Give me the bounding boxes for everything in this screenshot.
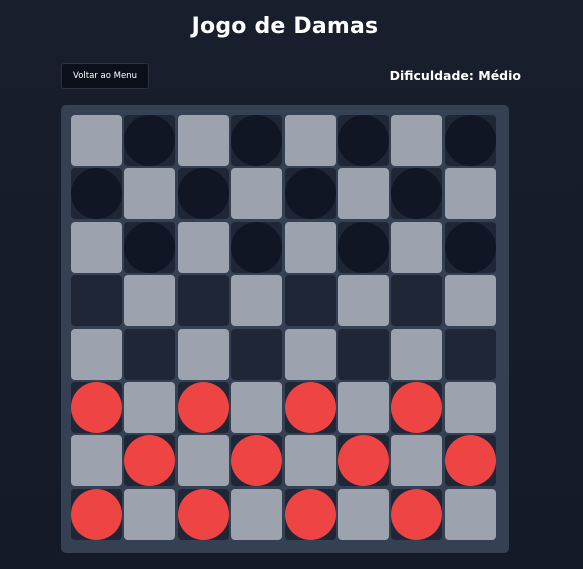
board-square-r2-c5[interactable] [284, 168, 336, 220]
board-square-r7-c5[interactable] [284, 435, 336, 487]
board-square-r1-c7[interactable] [391, 115, 443, 166]
board-square-r1-c8[interactable] [444, 115, 496, 166]
black-piece[interactable] [444, 221, 496, 273]
red-piece[interactable] [71, 488, 122, 540]
board-square-r6-c2[interactable] [124, 381, 176, 433]
red-piece[interactable] [391, 381, 443, 433]
board-square-r8-c8[interactable] [444, 488, 496, 540]
black-piece[interactable] [124, 115, 176, 166]
difficulty-label: Dificuldade: Médio [389, 68, 521, 83]
black-piece[interactable] [444, 115, 496, 166]
back-to-menu-button[interactable]: Voltar ao Menu [61, 63, 149, 89]
board-square-r6-c4[interactable] [231, 381, 283, 433]
board-square-r5-c2[interactable] [124, 328, 176, 380]
board-square-r7-c2[interactable] [124, 435, 176, 487]
board-square-r5-c5[interactable] [284, 328, 336, 380]
board-square-r2-c6[interactable] [337, 168, 389, 220]
board-square-r1-c2[interactable] [124, 115, 176, 166]
board-square-r2-c2[interactable] [124, 168, 176, 220]
board-square-r6-c6[interactable] [337, 381, 389, 433]
board-square-r7-c8[interactable] [444, 435, 496, 487]
red-piece[interactable] [124, 435, 176, 487]
board-square-r6-c7[interactable] [391, 381, 443, 433]
black-piece[interactable] [71, 168, 122, 220]
board-square-r3-c5[interactable] [284, 221, 336, 273]
board-square-r5-c1[interactable] [71, 328, 122, 380]
board-square-r2-c4[interactable] [231, 168, 283, 220]
black-piece[interactable] [391, 168, 443, 220]
black-piece[interactable] [124, 221, 176, 273]
black-piece[interactable] [284, 168, 336, 220]
board-square-r7-c7[interactable] [391, 435, 443, 487]
red-piece[interactable] [177, 381, 229, 433]
board-square-r2-c3[interactable] [177, 168, 229, 220]
red-piece[interactable] [177, 488, 229, 540]
board-square-r8-c4[interactable] [231, 488, 283, 540]
board-square-r4-c8[interactable] [444, 275, 496, 327]
checkers-board [61, 105, 509, 553]
board-square-r8-c3[interactable] [177, 488, 229, 540]
black-piece[interactable] [177, 168, 229, 220]
red-piece[interactable] [284, 381, 336, 433]
board-square-r5-c6[interactable] [337, 328, 389, 380]
board-square-r7-c6[interactable] [337, 435, 389, 487]
board-square-r2-c1[interactable] [71, 168, 122, 220]
board-square-r8-c1[interactable] [71, 488, 122, 540]
board-square-r1-c5[interactable] [284, 115, 336, 166]
board-square-r4-c7[interactable] [391, 275, 443, 327]
board-square-r8-c6[interactable] [337, 488, 389, 540]
board-square-r6-c8[interactable] [444, 381, 496, 433]
board-square-r1-c3[interactable] [177, 115, 229, 166]
board-square-r4-c6[interactable] [337, 275, 389, 327]
red-piece[interactable] [391, 488, 443, 540]
red-piece[interactable] [337, 435, 389, 487]
board-square-r8-c7[interactable] [391, 488, 443, 540]
board-square-r4-c5[interactable] [284, 275, 336, 327]
board-square-r4-c4[interactable] [231, 275, 283, 327]
board-square-r5-c4[interactable] [231, 328, 283, 380]
board-square-r4-c3[interactable] [177, 275, 229, 327]
board-square-r8-c2[interactable] [124, 488, 176, 540]
red-piece[interactable] [71, 381, 122, 433]
board-square-r7-c3[interactable] [177, 435, 229, 487]
board-square-r3-c2[interactable] [124, 221, 176, 273]
board-square-r3-c8[interactable] [444, 221, 496, 273]
red-piece[interactable] [231, 435, 283, 487]
red-piece[interactable] [284, 488, 336, 540]
black-piece[interactable] [231, 221, 283, 273]
board-square-r2-c7[interactable] [391, 168, 443, 220]
board-square-r6-c3[interactable] [177, 381, 229, 433]
board-square-r3-c7[interactable] [391, 221, 443, 273]
board-square-r5-c8[interactable] [444, 328, 496, 380]
black-piece[interactable] [231, 115, 283, 166]
red-piece[interactable] [444, 435, 496, 487]
board-square-r7-c4[interactable] [231, 435, 283, 487]
board-square-r7-c1[interactable] [71, 435, 122, 487]
board-square-r1-c4[interactable] [231, 115, 283, 166]
board-grid [71, 115, 499, 543]
board-square-r3-c6[interactable] [337, 221, 389, 273]
board-square-r1-c1[interactable] [71, 115, 122, 166]
board-square-r4-c1[interactable] [71, 275, 122, 327]
black-piece[interactable] [337, 221, 389, 273]
board-square-r3-c1[interactable] [71, 221, 122, 273]
black-piece[interactable] [337, 115, 389, 166]
board-square-r3-c4[interactable] [231, 221, 283, 273]
board-square-r4-c2[interactable] [124, 275, 176, 327]
board-square-r3-c3[interactable] [177, 221, 229, 273]
board-square-r1-c6[interactable] [337, 115, 389, 166]
board-square-r2-c8[interactable] [444, 168, 496, 220]
page-title: Jogo de Damas [191, 14, 379, 39]
board-square-r5-c7[interactable] [391, 328, 443, 380]
board-square-r6-c5[interactable] [284, 381, 336, 433]
board-square-r8-c5[interactable] [284, 488, 336, 540]
board-square-r6-c1[interactable] [71, 381, 122, 433]
board-square-r5-c3[interactable] [177, 328, 229, 380]
